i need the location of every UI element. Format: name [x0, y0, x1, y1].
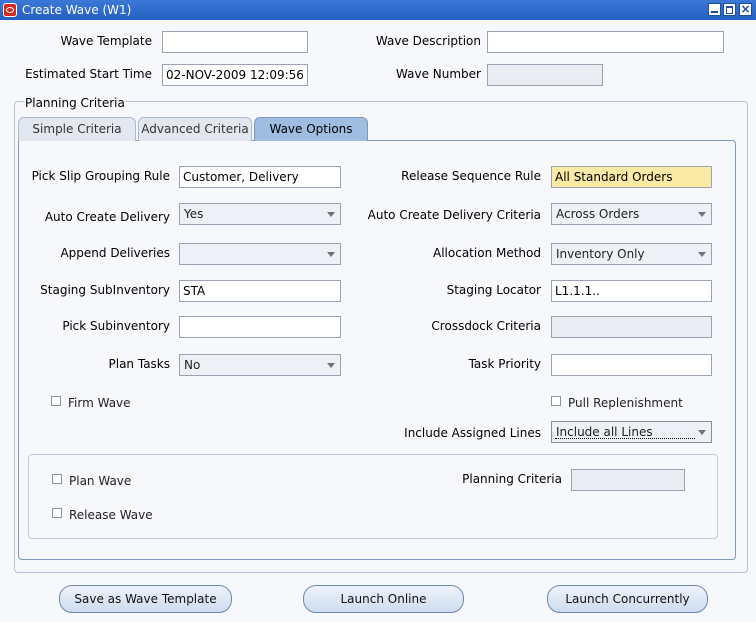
chevron-down-icon — [327, 212, 335, 217]
release-wave-checkbox[interactable] — [52, 508, 62, 518]
auto-create-delivery-value: Yes — [184, 207, 204, 221]
release-sequence-field[interactable]: All Standard Orders — [551, 166, 712, 188]
auto-create-delivery-criteria-value: Across Orders — [556, 207, 640, 221]
wave-description-label: Wave Description — [375, 34, 481, 48]
pull-replenishment-checkbox[interactable] — [551, 396, 561, 406]
auto-create-delivery-select[interactable]: Yes — [179, 203, 341, 225]
wave-description-field[interactable] — [487, 31, 724, 53]
task-priority-field[interactable] — [551, 354, 712, 376]
oracle-app-icon — [3, 3, 17, 17]
auto-create-delivery-criteria-select[interactable]: Across Orders — [551, 203, 712, 225]
chevron-down-icon — [327, 363, 335, 368]
tab-advanced-criteria[interactable]: Advanced Criteria — [138, 117, 252, 141]
wave-template-label: Wave Template — [60, 34, 152, 48]
chevron-down-icon — [327, 252, 335, 257]
plan-tasks-label: Plan Tasks — [108, 357, 171, 371]
save-as-wave-template-button[interactable]: Save as Wave Template — [59, 585, 232, 613]
estimated-start-label: Estimated Start Time — [25, 67, 152, 81]
wave-template-field[interactable] — [162, 31, 308, 53]
planning-criteria-field-label: Planning Criteria — [462, 472, 562, 486]
crossdock-criteria-label: Crossdock Criteria — [431, 319, 541, 333]
staging-locator-field[interactable]: L1.1.1.. — [551, 280, 712, 302]
plan-tasks-value: No — [184, 358, 201, 372]
close-icon[interactable]: × — [739, 3, 752, 16]
include-assigned-lines-label: Include Assigned Lines — [404, 426, 541, 440]
plan-wave-checkbox[interactable] — [52, 474, 62, 484]
firm-wave-label: Firm Wave — [68, 396, 131, 410]
firm-wave-checkbox[interactable] — [51, 396, 61, 406]
append-deliveries-select[interactable] — [179, 243, 341, 265]
tab-wave-options[interactable]: Wave Options — [254, 117, 368, 141]
plan-wave-label: Plan Wave — [69, 474, 132, 488]
tab-simple-criteria[interactable]: Simple Criteria — [18, 117, 136, 141]
chevron-down-icon — [698, 252, 706, 257]
auto-create-delivery-criteria-label: Auto Create Delivery Criteria — [367, 208, 541, 222]
staging-subinventory-field[interactable]: STA — [179, 280, 341, 302]
plan-release-group — [28, 454, 718, 539]
planning-criteria-field — [571, 469, 685, 491]
crossdock-criteria-field — [551, 316, 712, 338]
window-title: Create Wave (W1) — [22, 3, 132, 17]
staging-subinventory-label: Staging SubInventory — [40, 283, 170, 297]
wave-number-field — [487, 64, 603, 86]
chevron-down-icon — [698, 430, 706, 435]
chevron-down-icon — [698, 212, 706, 217]
wave-number-label: Wave Number — [396, 67, 481, 81]
pick-slip-grouping-field[interactable]: Customer, Delivery — [179, 166, 341, 188]
minimize-icon[interactable] — [708, 3, 721, 16]
release-wave-label: Release Wave — [69, 508, 153, 522]
title-bar: Create Wave (W1) × — [0, 0, 756, 20]
release-sequence-label: Release Sequence Rule — [401, 169, 541, 183]
estimated-start-field[interactable]: 02-NOV-2009 12:09:56 — [162, 64, 308, 86]
launch-online-button[interactable]: Launch Online — [303, 585, 464, 613]
pick-slip-grouping-label: Pick Slip Grouping Rule — [31, 169, 170, 183]
allocation-method-value: Inventory Only — [556, 247, 645, 261]
pick-subinventory-field[interactable] — [179, 316, 341, 338]
staging-locator-label: Staging Locator — [446, 283, 541, 297]
launch-concurrently-button[interactable]: Launch Concurrently — [547, 585, 708, 613]
auto-create-delivery-label: Auto Create Delivery — [44, 210, 170, 224]
include-assigned-lines-select[interactable]: Include all Lines — [551, 421, 712, 443]
pick-subinventory-label: Pick Subinventory — [62, 319, 170, 333]
focus-indicator — [555, 438, 695, 439]
maximize-icon[interactable] — [723, 3, 736, 16]
plan-tasks-select[interactable]: No — [179, 354, 341, 376]
append-deliveries-label: Append Deliveries — [60, 246, 170, 260]
planning-criteria-title: Planning Criteria — [24, 96, 126, 110]
task-priority-label: Task Priority — [468, 357, 541, 371]
include-assigned-lines-value: Include all Lines — [556, 425, 653, 439]
pull-replenishment-label: Pull Replenishment — [568, 396, 683, 410]
allocation-method-label: Allocation Method — [433, 246, 541, 260]
allocation-method-select[interactable]: Inventory Only — [551, 243, 712, 265]
